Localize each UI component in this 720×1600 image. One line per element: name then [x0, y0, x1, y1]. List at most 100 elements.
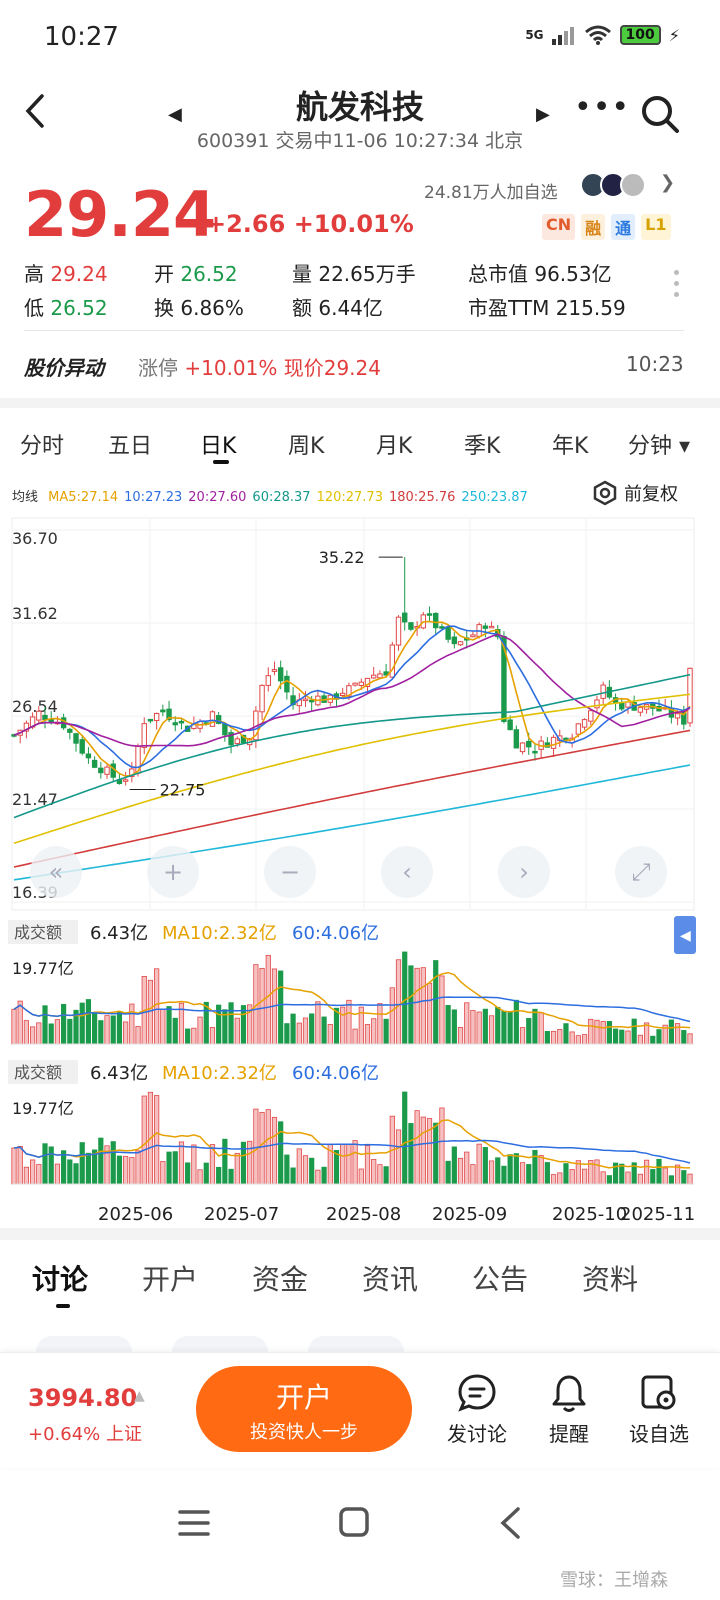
post-discussion-button[interactable]: 发讨论: [437, 1372, 517, 1447]
divider: [24, 330, 684, 331]
ma-value: 180:25.76: [388, 490, 456, 505]
volume-bar: [643, 1159, 650, 1185]
volume-bar: [656, 1158, 662, 1185]
ma-value: 20:27.60: [188, 490, 247, 505]
follower-avatars[interactable]: ❯: [580, 172, 675, 198]
volume-bar: [612, 1028, 619, 1045]
tab-yearly-k[interactable]: 年K: [552, 428, 588, 460]
tab-weekly-k[interactable]: 周K: [288, 428, 324, 460]
volume-ma10: MA10:2.32亿: [162, 1063, 277, 1084]
volume-bar: [154, 968, 160, 1045]
alert-text[interactable]: 涨停 +10.01% 现价29.24: [138, 352, 381, 381]
adjust-toggle[interactable]: 前复权: [592, 480, 678, 506]
collapse-arrow-icon: ◀: [680, 928, 691, 944]
volume-bar: [17, 1145, 23, 1185]
candle-body: [352, 682, 358, 686]
volume-bar: [482, 1147, 488, 1185]
volume-bar: [42, 1143, 48, 1185]
volume-bar: [98, 1020, 104, 1045]
tab-account[interactable]: 开户: [142, 1258, 198, 1298]
more-icon[interactable]: •••: [574, 90, 630, 125]
volume-bar: [321, 1016, 327, 1045]
candle-body: [178, 720, 185, 724]
candle-body: [687, 667, 693, 724]
candle-body: [141, 723, 147, 748]
volume-bar: [296, 1022, 302, 1045]
volume-bar: [228, 1168, 234, 1185]
tab-intraday[interactable]: 分时: [20, 428, 64, 460]
change-percent: +10.01%: [293, 210, 414, 238]
volume-bar: [625, 1171, 631, 1185]
candle-body: [358, 681, 365, 686]
volume-bar: [513, 999, 519, 1045]
tab-announcements[interactable]: 公告: [472, 1258, 528, 1298]
volume-bar: [172, 1151, 178, 1185]
tab-profile[interactable]: 资料: [582, 1258, 638, 1298]
tab-monthly-k[interactable]: 月K: [376, 428, 412, 460]
alert-title[interactable]: 股价异动: [24, 352, 104, 381]
chevron-right-icon[interactable]: ❯: [660, 172, 675, 198]
volume-bar: [402, 1091, 408, 1185]
volume-bar: [203, 1001, 209, 1045]
volume-bar: [141, 1095, 147, 1185]
volume-bar: [364, 1145, 371, 1185]
home-icon[interactable]: [338, 1506, 370, 1538]
volume-bar: [433, 960, 439, 1045]
candle-body: [625, 701, 631, 708]
volume-bar: [402, 951, 408, 1045]
volume-bar: [488, 1015, 495, 1045]
candle-body: [619, 702, 625, 710]
candle-body: [153, 712, 160, 722]
open-account-button[interactable]: 开户 投资快人一步: [196, 1366, 412, 1452]
volume-bar: [439, 1107, 445, 1185]
volume-bar: [563, 1163, 569, 1185]
y-tick-label: 21.47: [12, 790, 58, 809]
volume-bar: [216, 1166, 222, 1185]
badge-margin: 融: [581, 214, 606, 240]
volume-bar: [340, 1143, 346, 1185]
tab-daily-k[interactable]: 日K: [200, 428, 236, 460]
volume-bar: [619, 1029, 625, 1045]
add-watchlist-button[interactable]: 设自选: [619, 1372, 699, 1447]
followers-count[interactable]: 24.81万人加自选: [424, 178, 558, 203]
index-value[interactable]: 3994.80: [28, 1384, 137, 1412]
stat-label: 低: [24, 296, 51, 320]
tab-minute[interactable]: 分钟 ▾: [628, 428, 690, 460]
kline-chart[interactable]: 36.7031.6226.5421.4716.3935.2222.75« + − ‹ ›…: [0, 512, 720, 1228]
volume-bar: [656, 1029, 662, 1045]
volume-bar: [160, 1161, 166, 1185]
volume-bar: [290, 1167, 296, 1185]
stat-label: 总市值: [468, 262, 535, 286]
candle-body: [91, 759, 98, 768]
candle-body: [488, 625, 495, 629]
volume-bar: [457, 1027, 464, 1045]
candle-body: [513, 729, 520, 749]
candle-body: [457, 641, 464, 646]
search-icon[interactable]: [640, 94, 679, 133]
next-stock-icon[interactable]: ▶: [536, 104, 550, 125]
volume-label: 成交额: [14, 1063, 62, 1082]
volume-bar: [302, 1017, 309, 1045]
stat-value: 215.59: [555, 296, 626, 320]
menu-icon[interactable]: [178, 1508, 210, 1538]
more-stats-icon[interactable]: [674, 270, 680, 303]
stock-subtitle: 600391 交易中11-06 10:27:34 北京: [196, 130, 524, 152]
candle-body: [439, 626, 445, 629]
tab-discussion[interactable]: 讨论: [32, 1258, 88, 1298]
candle-body: [588, 710, 594, 722]
candle-body: [42, 714, 48, 720]
alert-button[interactable]: 提醒: [529, 1372, 609, 1447]
volume-bar: [315, 1001, 321, 1045]
tab-quarterly-k[interactable]: 季K: [464, 428, 500, 460]
ma-value: MA5:27.14: [48, 490, 119, 505]
tab-news[interactable]: 资讯: [362, 1258, 418, 1298]
nav-back-icon[interactable]: [498, 1506, 522, 1540]
tab-five-day[interactable]: 五日: [108, 428, 152, 460]
candle-body: [277, 667, 284, 682]
volume-bar: [54, 1163, 61, 1185]
tab-funds[interactable]: 资金: [252, 1258, 308, 1298]
volume-bar: [650, 1169, 656, 1185]
volume-bar: [507, 1011, 513, 1045]
index-change[interactable]: +0.64% 上证: [28, 1420, 142, 1446]
volume-bar: [178, 1141, 185, 1185]
